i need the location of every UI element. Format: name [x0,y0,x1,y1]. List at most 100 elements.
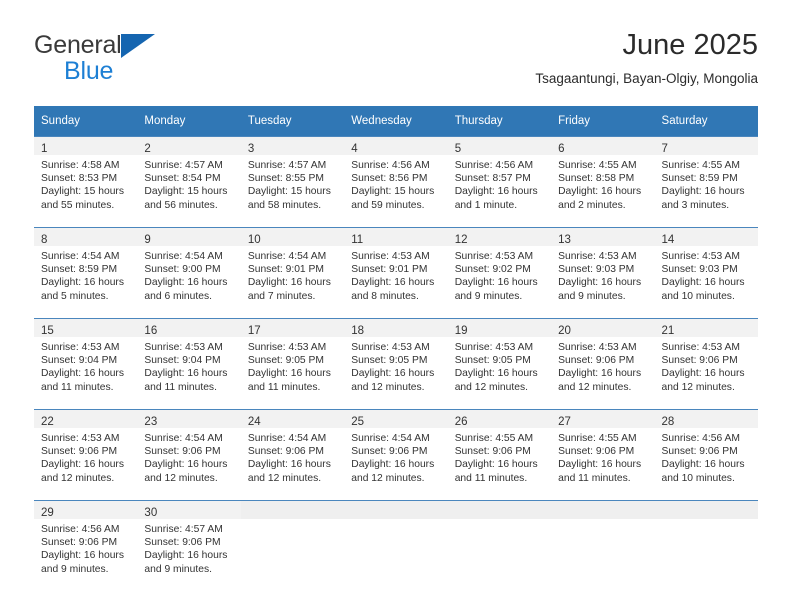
day-number: 21 [661,325,675,337]
daylight-text-line2: and 55 minutes. [41,199,115,211]
day-info: Sunrise: 4:58 AM Sunset: 8:53 PM Daylight:… [34,155,137,218]
calendar-cell[interactable]: 17 Sunrise: 4:53 AM Sunset: 9:05 PM Dayligh… [240,318,345,401]
day-cell[interactable]: 10 Sunrise: 4:54 AM Sunset: 9:01 PM Dayligh… [240,228,345,310]
day-cell[interactable]: 30 Sunrise: 4:57 AM Sunset: 9:06 PM Dayligh… [137,501,241,583]
calendar-cell[interactable]: 20 Sunrise: 4:53 AM Sunset: 9:06 PM Dayligh… [551,318,655,401]
day-cell[interactable]: 24 Sunrise: 4:54 AM Sunset: 9:06 PM Dayligh… [240,410,345,492]
day-info: Sunrise: 4:54 AM Sunset: 9:06 PM Daylight:… [344,428,447,491]
sunset-text: Sunset: 9:04 PM [41,355,118,367]
calendar-cell[interactable]: 29 Sunrise: 4:56 AM Sunset: 9:06 PM Dayligh… [34,500,138,583]
calendar-cell[interactable]: 24 Sunrise: 4:54 AM Sunset: 9:06 PM Dayligh… [240,409,345,492]
day-cell[interactable]: 9 Sunrise: 4:54 AM Sunset: 9:00 PM Daylight… [137,228,241,310]
day-number: 5 [454,143,462,155]
calendar-cell[interactable]: 4 Sunrise: 4:56 AM Sunset: 8:56 PM Daylight… [344,136,448,219]
calendar-cell[interactable]: 28 Sunrise: 4:56 AM Sunset: 9:06 PM Dayligh… [654,409,758,492]
calendar-cell[interactable]: 30 Sunrise: 4:57 AM Sunset: 9:06 PM Dayligh… [137,500,241,583]
day-number-band [240,501,345,519]
calendar-cell[interactable]: 22 Sunrise: 4:53 AM Sunset: 9:06 PM Dayligh… [34,409,138,492]
calendar-cell[interactable]: 16 Sunrise: 4:53 AM Sunset: 9:04 PM Dayligh… [137,318,241,401]
day-info: Sunrise: 4:53 AM Sunset: 9:04 PM Daylight:… [137,337,240,400]
day-cell[interactable]: 22 Sunrise: 4:53 AM Sunset: 9:06 PM Dayligh… [34,410,138,492]
day-number-band: 9 [137,228,241,246]
day-info [655,519,758,529]
day-cell[interactable]: 29 Sunrise: 4:56 AM Sunset: 9:06 PM Dayligh… [34,501,138,583]
calendar-cell[interactable]: 6 Sunrise: 4:55 AM Sunset: 8:58 PM Daylight… [551,136,655,219]
day-cell[interactable]: 26 Sunrise: 4:55 AM Sunset: 9:06 PM Dayligh… [447,410,552,492]
calendar-cell[interactable]: 3 Sunrise: 4:57 AM Sunset: 8:55 PM Daylight… [240,136,345,219]
day-cell[interactable]: 11 Sunrise: 4:53 AM Sunset: 9:01 PM Dayligh… [344,228,448,310]
day-info [344,519,447,529]
day-cell[interactable]: 25 Sunrise: 4:54 AM Sunset: 9:06 PM Dayligh… [344,410,448,492]
calendar-week-row: 8 Sunrise: 4:54 AM Sunset: 8:59 PM Daylight… [34,227,758,310]
day-cell[interactable]: 6 Sunrise: 4:55 AM Sunset: 8:58 PM Daylight… [551,137,655,219]
day-cell[interactable]: 23 Sunrise: 4:54 AM Sunset: 9:06 PM Dayligh… [137,410,241,492]
calendar-row-spacer-cell [34,219,758,228]
calendar-header-row: Sunday Monday Tuesday Wednesday Thursday… [34,106,758,137]
weekday-header-monday: Monday [137,106,241,137]
calendar-cell[interactable]: 18 Sunrise: 4:53 AM Sunset: 9:05 PM Dayligh… [344,318,448,401]
calendar-cell[interactable]: 14 Sunrise: 4:53 AM Sunset: 9:03 PM Dayligh… [654,227,758,310]
day-number-band: 16 [137,319,241,337]
day-cell[interactable]: 21 Sunrise: 4:53 AM Sunset: 9:06 PM Dayligh… [654,319,758,401]
calendar-cell[interactable]: 10 Sunrise: 4:54 AM Sunset: 9:01 PM Dayligh… [240,227,345,310]
day-cell[interactable]: 14 Sunrise: 4:53 AM Sunset: 9:03 PM Dayligh… [654,228,758,310]
calendar-cell[interactable]: 2 Sunrise: 4:57 AM Sunset: 8:54 PM Daylight… [137,136,241,219]
calendar-cell[interactable] [240,500,345,583]
day-cell[interactable]: 13 Sunrise: 4:53 AM Sunset: 9:03 PM Dayligh… [551,228,655,310]
day-cell[interactable]: 4 Sunrise: 4:56 AM Sunset: 8:56 PM Daylight… [344,137,448,219]
daylight-text-line2: and 1 minute. [454,199,518,211]
day-cell[interactable]: 1 Sunrise: 4:58 AM Sunset: 8:53 PM Daylight… [34,137,138,219]
calendar-cell[interactable] [551,500,655,583]
day-cell[interactable]: 3 Sunrise: 4:57 AM Sunset: 8:55 PM Daylight… [240,137,345,219]
day-cell[interactable]: 17 Sunrise: 4:53 AM Sunset: 9:05 PM Dayligh… [240,319,345,401]
sunset-text: Sunset: 8:53 PM [41,173,118,185]
day-cell[interactable]: 19 Sunrise: 4:53 AM Sunset: 9:05 PM Dayligh… [447,319,552,401]
day-info: Sunrise: 4:55 AM Sunset: 9:06 PM Daylight:… [448,428,551,491]
day-number: 20 [558,325,571,337]
day-info: Sunrise: 4:53 AM Sunset: 9:03 PM Daylight:… [551,246,654,309]
calendar-cell[interactable]: 9 Sunrise: 4:54 AM Sunset: 9:00 PM Daylight… [137,227,241,310]
day-cell[interactable]: 2 Sunrise: 4:57 AM Sunset: 8:54 PM Daylight… [137,137,241,219]
calendar-cell[interactable]: 19 Sunrise: 4:53 AM Sunset: 9:05 PM Dayligh… [447,318,552,401]
calendar-cell[interactable]: 8 Sunrise: 4:54 AM Sunset: 8:59 PM Daylight… [34,227,138,310]
brand-name-general: General [34,32,264,59]
calendar-cell[interactable]: 5 Sunrise: 4:56 AM Sunset: 8:57 PM Daylight… [447,136,552,219]
calendar-cell[interactable] [344,500,448,583]
sunset-text: Sunset: 9:06 PM [351,446,428,458]
calendar-cell[interactable]: 11 Sunrise: 4:53 AM Sunset: 9:01 PM Dayligh… [344,227,448,310]
sunset-text: Sunset: 9:03 PM [661,264,738,276]
sunset-text: Sunset: 9:06 PM [41,537,118,549]
day-info: Sunrise: 4:53 AM Sunset: 9:03 PM Daylight:… [655,246,758,309]
day-cell[interactable]: 18 Sunrise: 4:53 AM Sunset: 9:05 PM Dayligh… [344,319,448,401]
sunrise-text: Sunrise: 4:57 AM [247,160,327,171]
brand-logo[interactable]: General Blue [34,32,264,94]
day-cell[interactable]: 16 Sunrise: 4:53 AM Sunset: 9:04 PM Dayligh… [137,319,241,401]
calendar-cell[interactable]: 26 Sunrise: 4:55 AM Sunset: 9:06 PM Dayligh… [447,409,552,492]
calendar-cell[interactable]: 1 Sunrise: 4:58 AM Sunset: 8:53 PM Daylight… [34,136,138,219]
daylight-text-line1: Daylight: 16 hours [454,368,538,380]
calendar-cell[interactable] [447,500,552,583]
day-cell[interactable]: 5 Sunrise: 4:56 AM Sunset: 8:57 PM Daylight… [447,137,552,219]
calendar-cell[interactable]: 7 Sunrise: 4:55 AM Sunset: 8:59 PM Daylight… [654,136,758,219]
calendar-cell[interactable]: 13 Sunrise: 4:53 AM Sunset: 9:03 PM Dayligh… [551,227,655,310]
sunset-text: Sunset: 8:59 PM [661,173,738,185]
day-cell[interactable]: 7 Sunrise: 4:55 AM Sunset: 8:59 PM Daylight… [654,137,758,219]
day-cell[interactable]: 8 Sunrise: 4:54 AM Sunset: 8:59 PM Daylight… [34,228,138,310]
calendar-cell[interactable]: 12 Sunrise: 4:53 AM Sunset: 9:02 PM Dayligh… [447,227,552,310]
daylight-text-line2: and 12 minutes. [41,472,115,484]
day-cell[interactable]: 12 Sunrise: 4:53 AM Sunset: 9:02 PM Dayligh… [447,228,552,310]
day-number-band: 2 [137,137,241,155]
calendar-cell[interactable]: 23 Sunrise: 4:54 AM Sunset: 9:06 PM Dayligh… [137,409,241,492]
day-number: 26 [454,416,468,428]
day-cell[interactable]: 15 Sunrise: 4:53 AM Sunset: 9:04 PM Dayligh… [34,319,138,401]
day-cell[interactable]: 28 Sunrise: 4:56 AM Sunset: 9:06 PM Dayligh… [654,410,758,492]
sunset-text: Sunset: 9:05 PM [247,355,324,367]
calendar-cell[interactable]: 15 Sunrise: 4:53 AM Sunset: 9:04 PM Dayligh… [34,318,138,401]
day-cell[interactable]: 20 Sunrise: 4:53 AM Sunset: 9:06 PM Dayligh… [551,319,655,401]
calendar-cell[interactable]: 25 Sunrise: 4:54 AM Sunset: 9:06 PM Dayligh… [344,409,448,492]
calendar-cell[interactable]: 27 Sunrise: 4:55 AM Sunset: 9:06 PM Dayligh… [551,409,655,492]
calendar-cell[interactable]: 21 Sunrise: 4:53 AM Sunset: 9:06 PM Dayligh… [654,318,758,401]
calendar-cell[interactable] [654,500,758,583]
calendar-body: 1 Sunrise: 4:58 AM Sunset: 8:53 PM Daylight… [34,136,758,591]
day-cell[interactable]: 27 Sunrise: 4:55 AM Sunset: 9:06 PM Dayligh… [551,410,655,492]
